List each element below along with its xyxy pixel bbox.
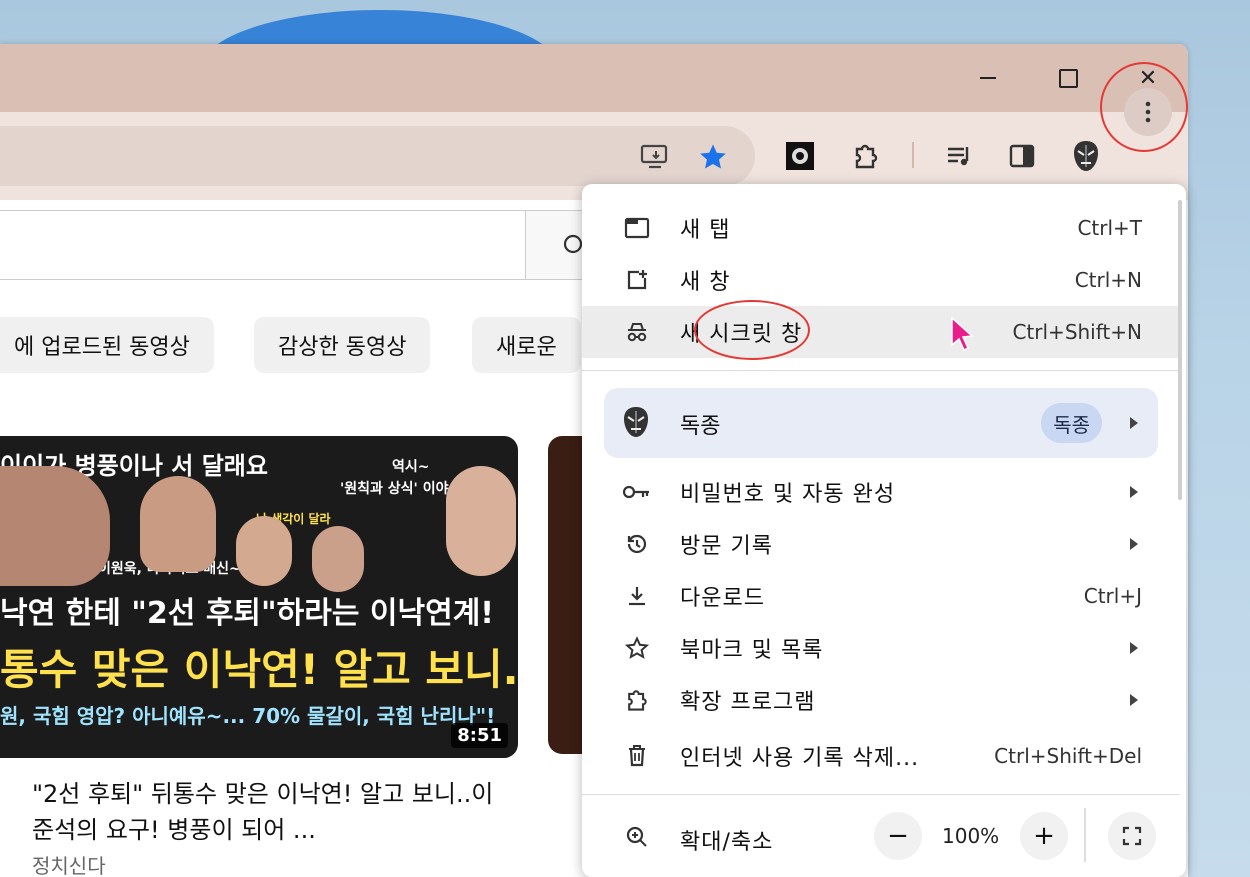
fullscreen-icon [1122,826,1142,846]
star-icon [622,633,652,663]
menu-divider [582,370,1180,371]
menu-item-label: 인터넷 사용 기록 삭제... [680,746,920,771]
chevron-right-icon [1130,486,1138,498]
chevron-right-icon [1130,694,1138,706]
annotation-circle [694,300,810,360]
thumb-text: 통수 맞은 이낙연! 알고 보니... [0,645,518,694]
menu-item-extensions[interactable]: 확장 프로그램 [582,674,1180,726]
menu-scrollbar[interactable] [1178,200,1182,500]
thumb-person [446,466,516,576]
zoom-label: 확대/축소 [680,830,774,855]
menu-item-label: 방문 기록 [680,534,773,559]
download-icon [622,581,652,611]
menu-item-passwords[interactable]: 비밀번호 및 자동 완성 [582,466,1180,518]
menu-item-history[interactable]: 방문 기록 [582,518,1180,570]
menu-item-shortcut: Ctrl+N [1074,268,1142,292]
install-app-icon[interactable] [638,140,672,174]
filter-chip-watched[interactable]: 감상한 동영상 [254,317,431,373]
fullscreen-button[interactable] [1108,812,1156,860]
menu-item-downloads[interactable]: 다운로드 Ctrl+J [582,570,1180,622]
filter-chip-new[interactable]: 새로운 [472,317,581,373]
menu-item-label: 다운로드 [680,586,765,611]
new-window-icon [622,265,652,295]
chevron-right-icon [1130,417,1138,429]
more-menu-icon [1145,101,1151,123]
profile-badge: 독종 [1041,403,1102,443]
profile-name: 독종 [680,414,721,439]
video-duration: 8:51 [451,723,508,748]
search-input[interactable] [0,210,526,280]
thumb-text: '원칙과 상식' 이야~ [340,481,461,497]
menu-item-new-tab[interactable]: 새 탭 Ctrl+T [582,202,1180,254]
profile-avatar-icon [620,402,652,446]
zoom-out-button[interactable]: − [874,812,922,860]
extension-app-icon[interactable] [780,136,820,176]
toolbar-divider [912,142,914,168]
chevron-right-icon [1130,538,1138,550]
more-menu-button[interactable] [1124,88,1172,136]
menu-item-shortcut: Ctrl+Shift+N [1012,320,1142,344]
title-bar: ✕ [0,44,1188,112]
menu-item-label: 새 창 [680,270,731,295]
thumb-person [140,476,216,572]
trash-icon [622,741,652,771]
chevron-right-icon [1130,642,1138,654]
menu-item-shortcut: Ctrl+J [1083,584,1142,608]
thumb-text: 원, 국힘 영압? 아니예유~... 70% 물갈이, 국힘 난리나"! [0,704,496,728]
menu-item-label: 새 탭 [680,218,731,243]
incognito-icon [622,317,652,347]
menu-item-incognito[interactable]: 새 시크릿 창 Ctrl+Shift+N [582,306,1180,358]
menu-item-label: 북마크 및 목록 [680,638,824,663]
history-icon [622,529,652,559]
menu-item-clear-data[interactable]: 인터넷 사용 기록 삭제... Ctrl+Shift+Del [582,730,1180,782]
thumb-person [0,466,110,586]
menu-item-new-window[interactable]: 새 창 Ctrl+N [582,254,1180,306]
key-icon [622,477,652,507]
zoom-value: 100% [942,824,1000,848]
address-bar[interactable] [0,126,755,186]
thumb-person [312,526,364,592]
menu-item-label: 확장 프로그램 [680,690,816,715]
profile-avatar-icon[interactable] [1066,136,1106,176]
side-panel-icon[interactable] [1002,136,1042,176]
zoom-in-button[interactable]: + [1020,812,1068,860]
menu-item-shortcut: Ctrl+T [1077,216,1142,240]
menu-item-bookmarks[interactable]: 북마크 및 목록 [582,622,1180,674]
video-thumbnail[interactable]: 이이가 병풍이나 서 달래요 역시~ '원칙과 상식' 이야~ 난 생각이 달라… [0,436,518,758]
mouse-cursor-icon [950,316,976,356]
browser-menu: 새 탭 Ctrl+T 새 창 Ctrl+N 새 시크릿 창 Ctrl+Shift… [582,184,1186,877]
media-queue-icon[interactable] [940,136,980,176]
zoom-divider [1084,808,1086,862]
menu-divider [582,794,1180,795]
puzzle-icon [622,685,652,715]
menu-item-shortcut: Ctrl+Shift+Del [994,744,1142,768]
minimize-button[interactable] [958,56,1018,100]
extensions-puzzle-icon[interactable] [846,136,886,176]
new-tab-icon [622,213,652,243]
channel-name[interactable]: 정치신다 [32,850,106,877]
video-title[interactable]: "2선 후퇴" 뒤통수 맞은 이낙연! 알고 보니..이준석의 요구! 병풍이 … [32,776,502,848]
thumb-person [236,516,292,586]
maximize-button[interactable] [1038,56,1098,100]
bookmark-star-icon[interactable] [696,140,730,174]
zoom-icon [622,822,652,852]
menu-item-label: 비밀번호 및 자동 완성 [680,482,896,507]
menu-item-profile[interactable]: 독종 독종 [604,388,1158,458]
thumb-text: 역시~ [392,459,430,475]
thumb-text: 낙연 한테 "2선 후퇴"하라는 이낙연계! [0,596,494,631]
filter-chip-uploaded[interactable]: 에 업로드된 동영상 [0,317,214,373]
